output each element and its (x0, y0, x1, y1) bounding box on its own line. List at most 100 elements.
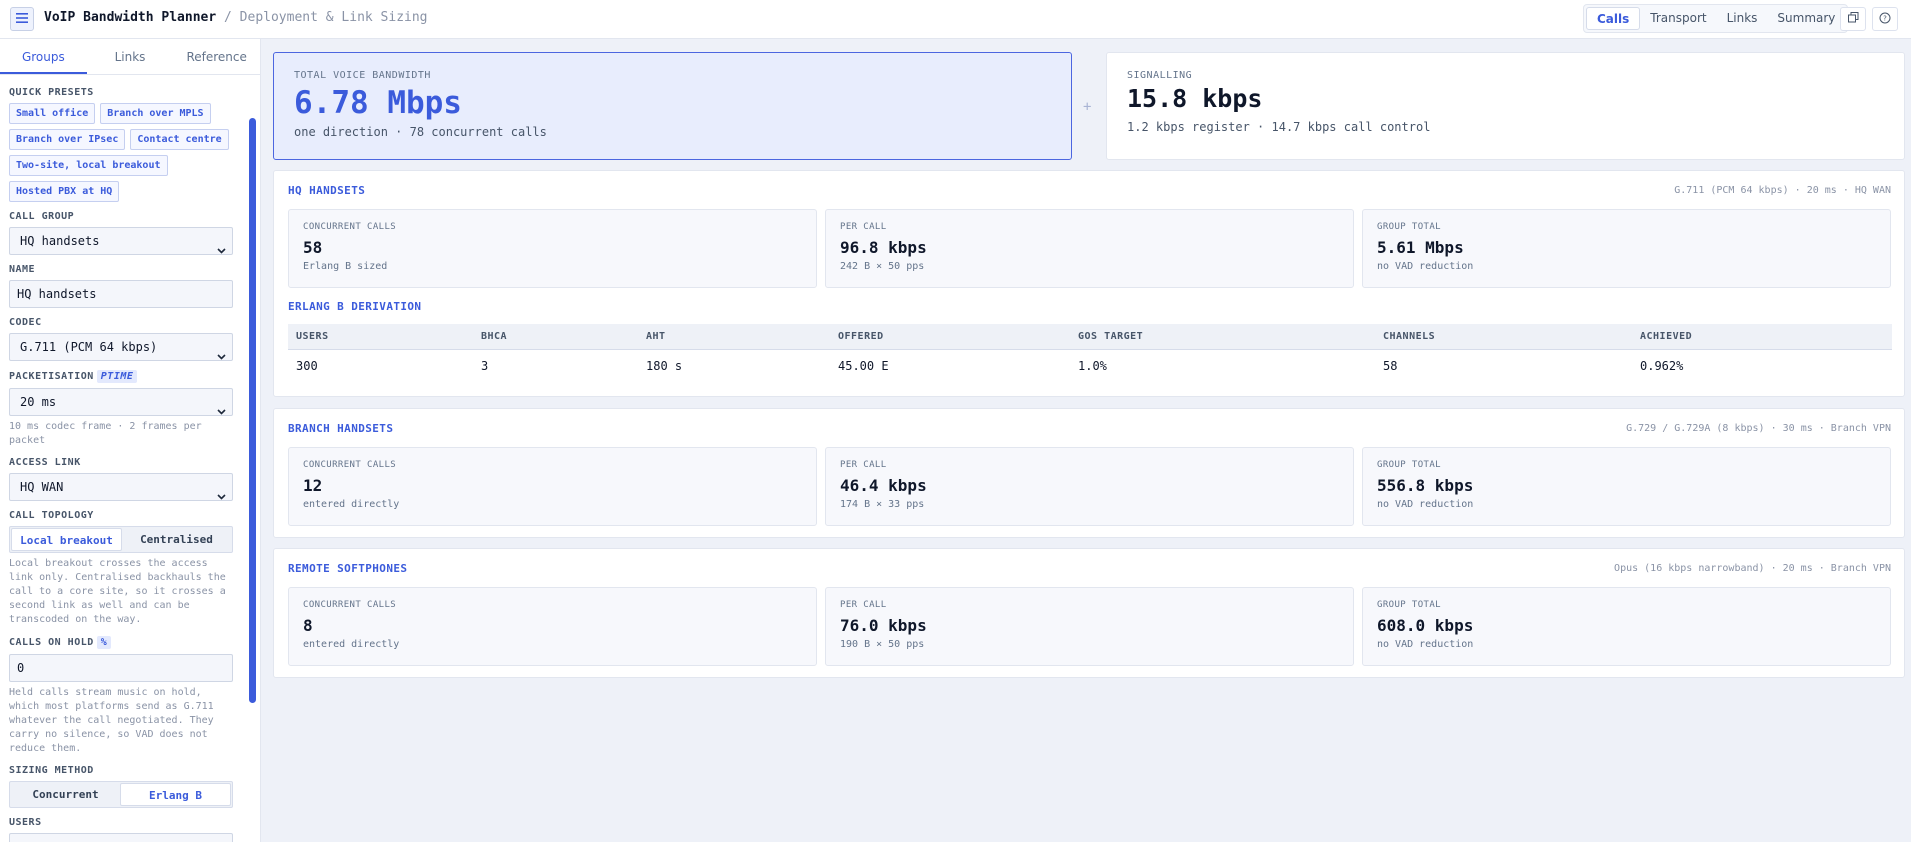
stat-sub: no VAD reduction (1377, 261, 1474, 272)
signalling-label: SIGNALLING (1127, 70, 1193, 81)
preset-small-office[interactable]: Small office (9, 103, 96, 124)
topology-hint: Local breakout crosses the access link o… (9, 558, 226, 625)
stat-label: PER CALL (840, 600, 887, 610)
col-users: USERS (288, 324, 473, 350)
sizing-erlang-b[interactable]: Erlang B (120, 783, 231, 806)
access-link-select[interactable]: HQ WAN (9, 473, 233, 501)
stat-label: GROUP TOTAL (1377, 222, 1442, 232)
preset-branch-mpls[interactable]: Branch over MPLS (100, 103, 211, 124)
stat-sub: 242 B × 50 pps (840, 261, 925, 272)
cell-aht: 180 s (646, 359, 683, 373)
sidebar-tab-groups[interactable]: Groups (0, 39, 87, 74)
sidebar-tab-links[interactable]: Links (87, 39, 174, 74)
erlang-table: USERS BHCA AHT OFFERED GOS TARGET CHANNE… (288, 324, 1892, 382)
call-group-label: CALL GROUP (9, 211, 75, 222)
total-bandwidth-label: TOTAL VOICE BANDWIDTH (294, 70, 431, 81)
preset-hosted-pbx[interactable]: Hosted PBX at HQ (9, 181, 120, 202)
codec-select[interactable]: G.711 (PCM 64 kbps) (9, 333, 233, 361)
menu-button[interactable] (10, 7, 34, 31)
stat-sub: 190 B × 50 pps (840, 639, 925, 650)
copy-button[interactable] (1840, 7, 1866, 31)
per-call-stat: PER CALL 46.4 kbps 174 B × 33 pps (825, 447, 1354, 526)
hold-label-text: CALLS ON HOLD (9, 637, 94, 648)
group-meta: G.729 / G.729A (8 kbps) · 30 ms · Branch… (1626, 423, 1891, 434)
group-meta: Opus (16 kbps narrowband) · 20 ms · Bran… (1614, 563, 1891, 574)
stat-value: 58 (303, 238, 323, 257)
signalling-value: 15.8 kbps (1127, 84, 1263, 113)
sizing-label: SIZING METHOD (9, 765, 94, 776)
name-input[interactable]: HQ handsets (9, 280, 233, 308)
call-group-select[interactable]: HQ handsets (9, 227, 233, 255)
group-total-stat: GROUP TOTAL 556.8 kbps no VAD reduction (1362, 447, 1891, 526)
per-call-stat: PER CALL 76.0 kbps 190 B × 50 pps (825, 587, 1354, 666)
concurrent-calls-stat: CONCURRENT CALLS 12 entered directly (288, 447, 817, 526)
col-aht: AHT (638, 324, 830, 350)
table-header-row: USERS BHCA AHT OFFERED GOS TARGET CHANNE… (288, 324, 1892, 350)
stat-value: 46.4 kbps (840, 476, 927, 495)
preset-branch-ipsec[interactable]: Branch over IPsec (9, 129, 126, 150)
group-title: REMOTE SOFTPHONES (288, 562, 408, 575)
stat-label: PER CALL (840, 222, 887, 232)
quick-presets-label: QUICK PRESETS (9, 87, 94, 98)
help-icon: ? (1879, 12, 1891, 27)
tab-summary[interactable]: Summary (1767, 7, 1845, 30)
stat-sub: no VAD reduction (1377, 639, 1474, 650)
stat-sub: Erlang B sized (303, 261, 388, 272)
sidebar-scrollbar[interactable] (249, 118, 256, 703)
tab-transport[interactable]: Transport (1640, 7, 1716, 30)
topology-centralised[interactable]: Centralised (122, 528, 231, 551)
sidebar-tab-reference[interactable]: Reference (173, 39, 260, 74)
access-link-value: HQ WAN (20, 480, 64, 494)
col-bhca: BHCA (473, 324, 638, 350)
ptime-badge: PTIME (96, 370, 138, 383)
chevron-down-icon (217, 343, 226, 369)
cell-gos-target: 1.0% (1078, 359, 1107, 373)
copy-icon (1847, 12, 1859, 26)
stat-value: 556.8 kbps (1377, 476, 1474, 495)
hold-label: CALLS ON HOLD% (9, 636, 233, 649)
total-bandwidth-sub: one direction · 78 concurrent calls (294, 125, 547, 139)
stat-label: PER CALL (840, 460, 887, 470)
stat-value: 76.0 kbps (840, 616, 927, 635)
col-achieved: ACHIEVED (1632, 324, 1892, 350)
stat-sub: entered directly (303, 499, 400, 510)
app-name: VoIP Bandwidth Planner (44, 10, 217, 25)
app-subtitle: / Deployment & Link Sizing (224, 10, 428, 25)
sizing-concurrent[interactable]: Concurrent (11, 783, 120, 806)
per-call-stat: PER CALL 96.8 kbps 242 B × 50 pps (825, 209, 1354, 288)
hamburger-icon (16, 12, 28, 26)
users-label: USERS (9, 817, 42, 828)
hold-input[interactable]: 0 (9, 654, 233, 682)
sidebar-form: QUICK PRESETS Small office Branch over M… (9, 87, 233, 842)
app-header: VoIP Bandwidth Planner / Deployment & Li… (0, 0, 1911, 39)
preset-contact-centre[interactable]: Contact centre (130, 129, 229, 150)
tab-links[interactable]: Links (1717, 7, 1768, 30)
stat-label: GROUP TOTAL (1377, 600, 1442, 610)
sidebar: Groups Links Reference QUICK PRESETS Sma… (0, 39, 261, 842)
packetisation-value: 20 ms (20, 395, 57, 409)
plus-sign: + (1083, 99, 1092, 115)
group-total-stat: GROUP TOTAL 608.0 kbps no VAD reduction (1362, 587, 1891, 666)
topology-toggle: Local breakout Centralised (9, 526, 233, 553)
cell-users: 300 (296, 359, 318, 373)
group-title: HQ HANDSETS (288, 184, 366, 197)
signalling-card: SIGNALLING 15.8 kbps 1.2 kbps register ·… (1106, 52, 1905, 160)
help-button[interactable]: ? (1872, 7, 1898, 31)
app-title: VoIP Bandwidth Planner / Deployment & Li… (44, 10, 428, 25)
users-input[interactable]: 300 (9, 833, 233, 842)
packetisation-select[interactable]: 20 ms (9, 388, 233, 416)
stat-value: 608.0 kbps (1377, 616, 1474, 635)
stat-sub: entered directly (303, 639, 400, 650)
group-title: BRANCH HANDSETS (288, 422, 394, 435)
access-link-label: ACCESS LINK (9, 457, 81, 468)
topology-label: CALL TOPOLOGY (9, 510, 94, 521)
topology-local-breakout[interactable]: Local breakout (11, 528, 122, 551)
preset-two-site[interactable]: Two-site, local breakout (9, 155, 168, 176)
total-bandwidth-card: TOTAL VOICE BANDWIDTH 6.78 Mbps one dire… (273, 52, 1072, 160)
col-channels: CHANNELS (1375, 324, 1632, 350)
group-card-remote-softphones: REMOTE SOFTPHONES Opus (16 kbps narrowba… (273, 548, 1905, 678)
svg-text:?: ? (1883, 14, 1887, 22)
cell-achieved: 0.962% (1640, 359, 1684, 373)
name-label: NAME (9, 264, 36, 275)
tab-calls[interactable]: Calls (1586, 7, 1641, 30)
